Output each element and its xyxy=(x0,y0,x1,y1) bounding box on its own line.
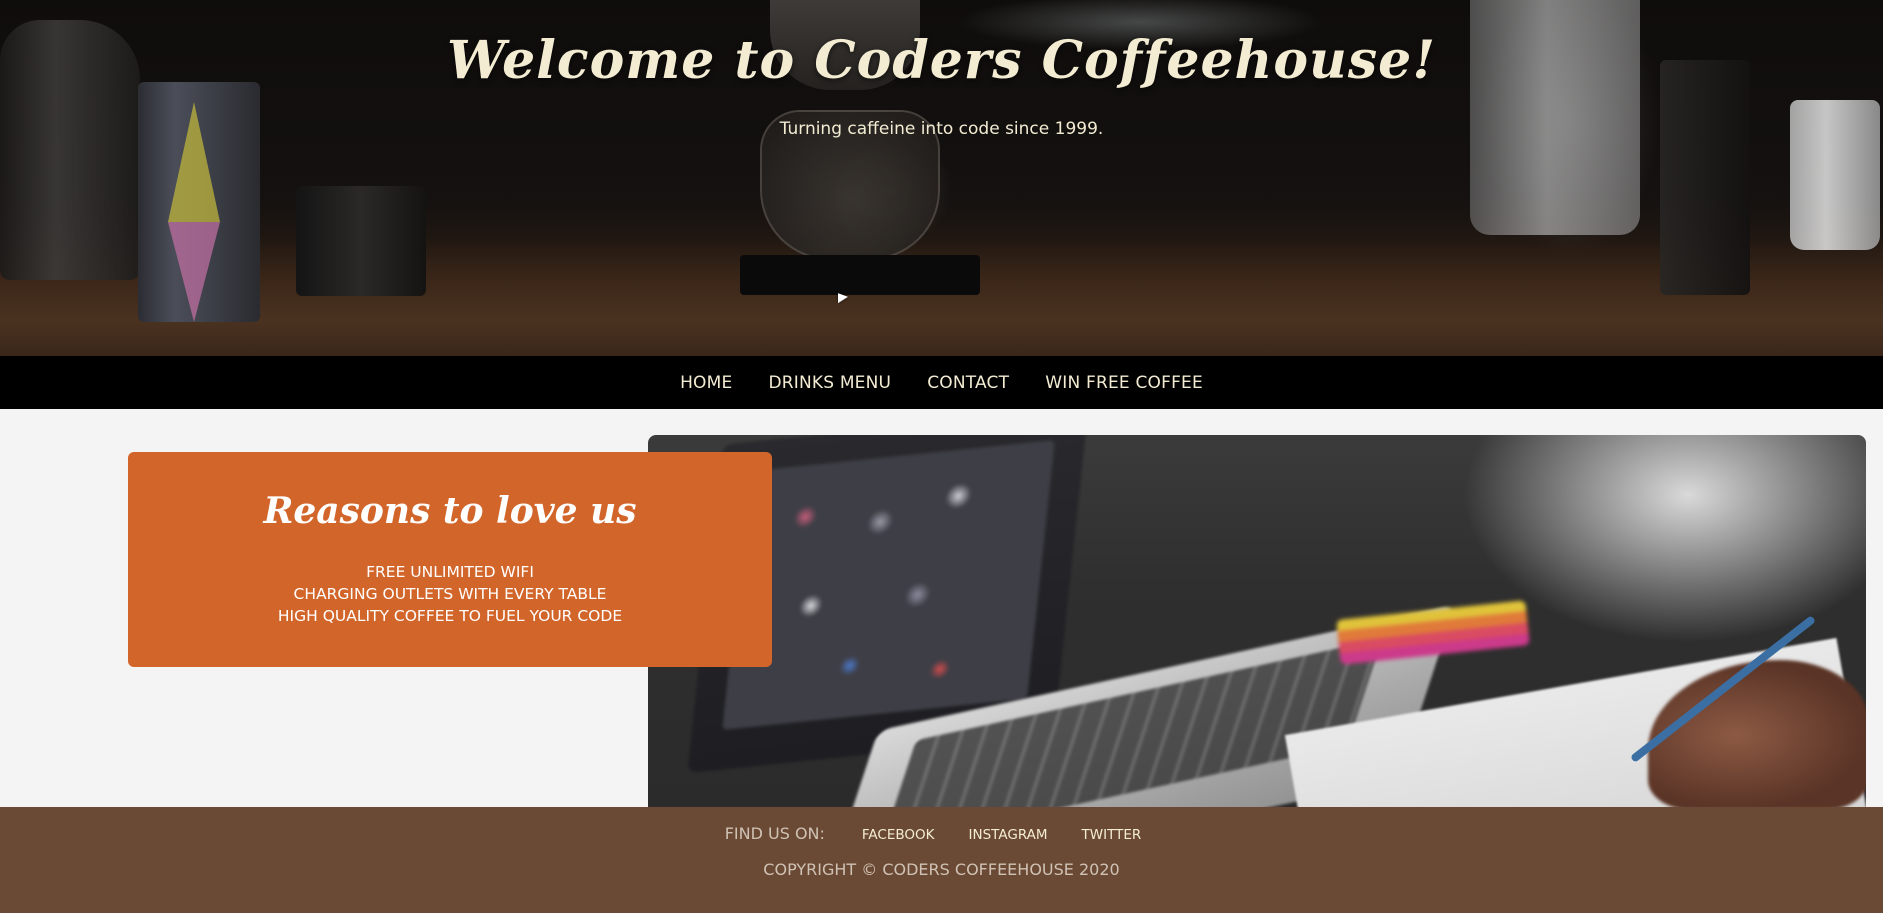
twitter-link[interactable]: TWITTER xyxy=(1082,827,1142,843)
hero-banner: Welcome to Coders Coffeehouse! Turning c… xyxy=(0,0,1883,356)
coffee-scale-image xyxy=(740,255,980,295)
feature-photo xyxy=(648,435,1866,807)
site-footer: FIND US ON: FACEBOOK INSTAGRAM TWITTER C… xyxy=(0,807,1883,913)
nav-item-contact[interactable]: CONTACT xyxy=(927,373,1009,393)
nav-item-win-free-coffee[interactable]: WIN FREE COFFEE xyxy=(1045,373,1203,393)
reasons-list: FREE UNLIMITED WIFI CHARGING OUTLETS WIT… xyxy=(128,561,772,627)
nav-item-drinks-menu[interactable]: DRINKS MENU xyxy=(768,373,891,393)
hero-title: Welcome to Coders Coffeehouse! xyxy=(446,30,1437,91)
markers-image xyxy=(1336,600,1530,665)
reason-item-coffee: HIGH QUALITY COFFEE TO FUEL YOUR CODE xyxy=(277,607,623,625)
find-us-label: FIND US ON: xyxy=(724,824,825,843)
nav-item-home[interactable]: HOME xyxy=(680,373,732,393)
mouse-cursor-icon xyxy=(838,293,848,307)
hero-subtitle: Turning caffeine into code since 1999. xyxy=(779,119,1104,139)
social-links: FIND US ON: FACEBOOK INSTAGRAM TWITTER xyxy=(0,824,1883,843)
facebook-link[interactable]: FACEBOOK xyxy=(862,827,935,843)
reason-item-wifi: FREE UNLIMITED WIFI xyxy=(366,563,534,581)
copyright-text: COPYRIGHT © CODERS COFFEEHOUSE 2020 xyxy=(763,860,1120,879)
reasons-card: Reasons to love us FREE UNLIMITED WIFI C… xyxy=(128,452,772,667)
reasons-heading: Reasons to love us xyxy=(263,490,637,532)
reason-item-outlets: CHARGING OUTLETS WITH EVERY TABLE xyxy=(293,585,607,603)
cup-image xyxy=(296,186,426,296)
tumbler-image xyxy=(138,82,260,322)
main-nav: HOME DRINKS MENU CONTACT WIN FREE COFFEE xyxy=(0,356,1883,409)
instagram-link[interactable]: INSTAGRAM xyxy=(969,827,1048,843)
glass-image xyxy=(1660,60,1750,295)
